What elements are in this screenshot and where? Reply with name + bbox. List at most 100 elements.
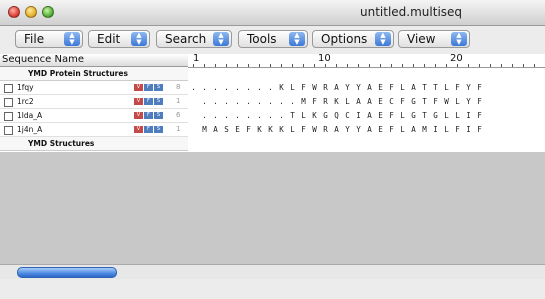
v-button[interactable]: V <box>134 84 143 91</box>
f-button[interactable]: F <box>144 84 153 91</box>
ruler-minor-tick <box>523 64 524 67</box>
residue: L <box>290 125 295 134</box>
residue: E <box>378 97 383 106</box>
residue: . <box>224 97 229 106</box>
ruler-minor-tick <box>490 64 491 67</box>
horizontal-scrollbar[interactable] <box>0 264 545 280</box>
ruler-minor-tick <box>534 64 535 67</box>
sequence-row-1rc2[interactable]: 1rc2 V F S 1 <box>0 95 188 109</box>
sequence-alignment-area[interactable]: ........KLFWRAYYAEFLATTLFYF.........MFRK… <box>188 68 545 152</box>
residue: L <box>400 83 405 92</box>
residue: . <box>268 97 273 106</box>
residue: . <box>235 97 240 106</box>
sequence-row-1j4n-a[interactable]: 1j4n_A V F S 1 <box>0 123 188 137</box>
residue: A <box>411 125 416 134</box>
row-checkbox[interactable] <box>4 112 13 121</box>
scrollbar-thumb[interactable] <box>17 267 117 278</box>
tools-menu-label: Tools <box>247 32 277 46</box>
v-button[interactable]: V <box>134 98 143 105</box>
position-ruler: 1 10 20 <box>188 53 545 68</box>
search-menu[interactable]: Search ▲ ▼ <box>156 30 232 48</box>
view-menu[interactable]: View ▲ ▼ <box>398 30 470 48</box>
group-ymd-structures[interactable]: YMD Structures <box>0 137 188 151</box>
ruler-minor-tick <box>501 64 502 67</box>
residue: . <box>235 83 240 92</box>
residue: F <box>477 97 482 106</box>
v-button[interactable]: V <box>134 112 143 119</box>
sequence-row-1fqy[interactable]: 1fqy V F S 8 <box>0 81 188 95</box>
residue: T <box>422 97 427 106</box>
edit-menu[interactable]: Edit ▲ ▼ <box>88 30 150 48</box>
ruler-minor-tick <box>215 64 216 67</box>
sequence-name-header[interactable]: Sequence Name <box>0 54 188 67</box>
minimize-window-button[interactable] <box>25 6 37 18</box>
sequence-row: ........KLFWRAYYAEFLATTLFYF <box>188 81 545 94</box>
residue: E <box>378 125 383 134</box>
residue: F <box>455 125 460 134</box>
f-button[interactable]: F <box>144 112 153 119</box>
residue: F <box>246 125 251 134</box>
ruler-tick-label: 1 <box>193 53 200 64</box>
residue: L <box>301 111 306 120</box>
residue: L <box>400 125 405 134</box>
sequence-name: 1lda_A <box>17 111 43 120</box>
residue: I <box>356 111 361 120</box>
close-window-button[interactable] <box>8 6 20 18</box>
residue: K <box>334 97 339 106</box>
sequence-name: 1fqy <box>17 83 34 92</box>
residue: M <box>422 125 427 134</box>
ruler-minor-tick <box>413 64 414 67</box>
residue: F <box>477 111 482 120</box>
residue: F <box>389 83 394 92</box>
v-button[interactable]: V <box>134 126 143 133</box>
s-button[interactable]: S <box>154 112 163 119</box>
residue: . <box>268 83 273 92</box>
residue: G <box>411 97 416 106</box>
window: untitled.multiseq File ▲ ▼ Edit ▲ ▼ Search… <box>0 0 545 299</box>
residue: F <box>477 125 482 134</box>
residue: A <box>367 83 372 92</box>
ruler-minor-tick <box>369 64 370 67</box>
residue: R <box>323 97 328 106</box>
popup-arrows-icon: ▲ ▼ <box>64 32 80 46</box>
file-menu[interactable]: File ▲ ▼ <box>15 30 83 48</box>
residue: M <box>301 97 306 106</box>
window-title: untitled.multiseq <box>360 5 463 19</box>
residue: . <box>246 97 251 106</box>
s-button[interactable]: S <box>154 84 163 91</box>
tools-menu[interactable]: Tools ▲ ▼ <box>238 30 308 48</box>
f-button[interactable]: F <box>144 98 153 105</box>
residue: Y <box>466 83 471 92</box>
row-checkbox[interactable] <box>4 84 13 93</box>
residue: C <box>389 97 394 106</box>
residue: K <box>312 111 317 120</box>
title-bar: untitled.multiseq <box>0 0 545 26</box>
s-button[interactable]: S <box>154 98 163 105</box>
sequence-name-pane: Sequence Name YMD Protein Structures 1fq… <box>0 54 189 152</box>
residue: R <box>323 83 328 92</box>
residue: R <box>323 125 328 134</box>
popup-arrows-icon: ▲ ▼ <box>213 32 229 46</box>
residue: G <box>433 111 438 120</box>
ruler-minor-tick <box>347 64 348 67</box>
residue: F <box>389 111 394 120</box>
residue: L <box>455 97 460 106</box>
row-checkbox[interactable] <box>4 126 13 135</box>
residue: K <box>268 125 273 134</box>
sequence-row-1lda-a[interactable]: 1lda_A V F S 6 <box>0 109 188 123</box>
s-button[interactable]: S <box>154 126 163 133</box>
zoom-window-button[interactable] <box>42 6 54 18</box>
row-checkbox[interactable] <box>4 98 13 107</box>
residue: W <box>312 83 317 92</box>
ruler-minor-tick <box>468 64 469 67</box>
residue: . <box>279 111 284 120</box>
options-menu-label: Options <box>321 32 368 46</box>
f-button[interactable]: F <box>144 126 153 133</box>
options-menu[interactable]: Options ▲ ▼ <box>312 30 394 48</box>
alignment-view: Sequence Name YMD Protein Structures 1fq… <box>0 53 545 264</box>
residue: L <box>444 83 449 92</box>
ruler-minor-tick <box>402 64 403 67</box>
group-ymd-protein-structures[interactable]: YMD Protein Structures <box>0 67 188 81</box>
file-menu-label: File <box>24 32 45 46</box>
residue: L <box>345 97 350 106</box>
